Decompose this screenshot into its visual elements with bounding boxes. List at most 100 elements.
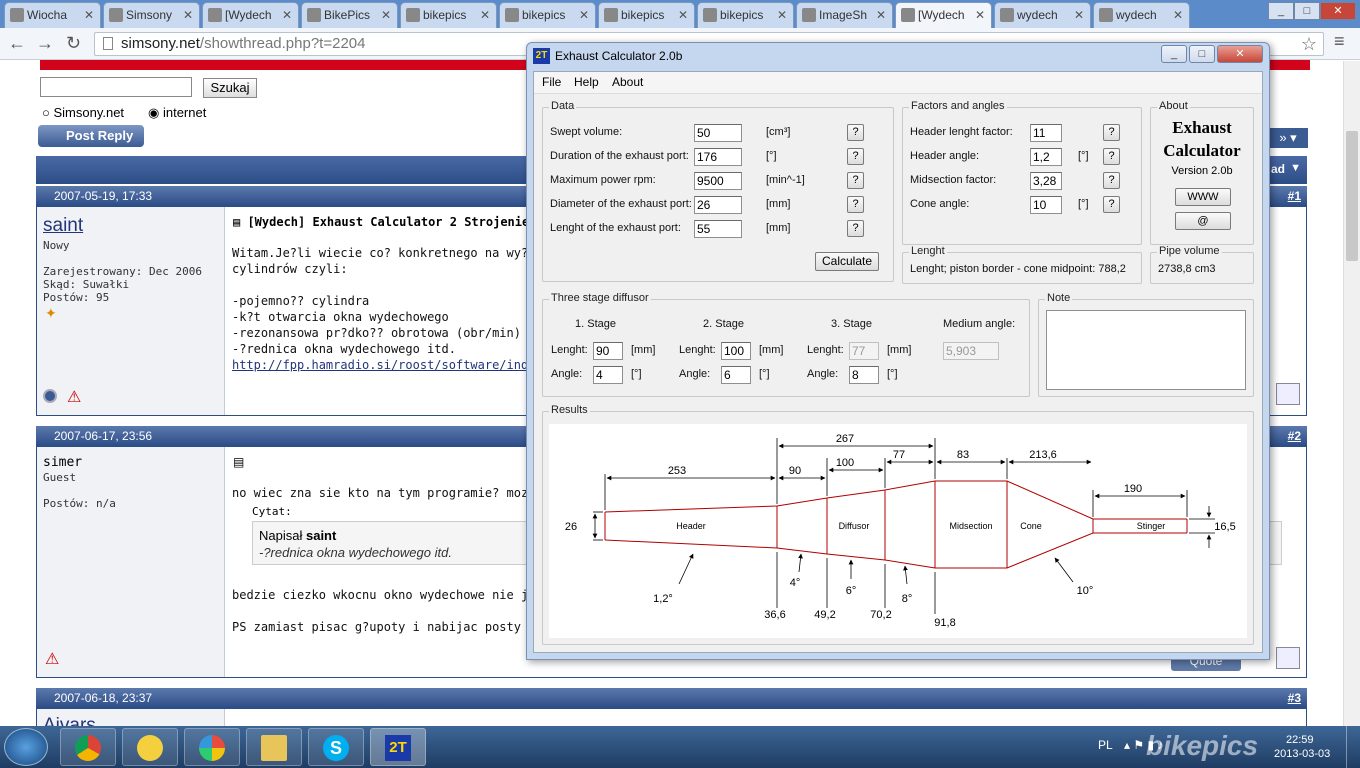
radio-internet[interactable]: ◉ internet <box>148 105 206 121</box>
help-button[interactable]: ? <box>847 220 864 237</box>
stage-angle-input[interactable]: 4 <box>593 366 623 384</box>
stage-lenght-input[interactable]: 100 <box>721 342 751 360</box>
tab-close-icon[interactable]: ✕ <box>282 3 292 27</box>
app-maximize-button[interactable]: □ <box>1189 45 1215 63</box>
app-minimize-button[interactable]: _ <box>1161 45 1187 63</box>
browser-tab[interactable]: bikepics ✕ <box>697 2 794 28</box>
search-button[interactable]: Szukaj <box>203 78 257 98</box>
browser-tab[interactable]: Simsony ✕ <box>103 2 200 28</box>
factor-input[interactable]: 10 <box>1030 196 1062 214</box>
stage-mm-unit: [mm] <box>887 344 912 356</box>
help-button[interactable]: ? <box>1103 148 1120 165</box>
post-2-body3: PS zamiast pisac g?upoty i nabijac posty… <box>232 620 550 634</box>
help-button[interactable]: ? <box>847 148 864 165</box>
help-button[interactable]: ? <box>847 196 864 213</box>
tab-close-icon[interactable]: ✕ <box>777 3 787 27</box>
minimize-button[interactable]: _ <box>1268 2 1294 20</box>
data-field-input[interactable]: 26 <box>694 196 742 214</box>
data-field-input[interactable]: 50 <box>694 124 742 142</box>
stage-lenght-input[interactable]: 77 <box>849 342 879 360</box>
tab-close-icon[interactable]: ✕ <box>381 3 391 27</box>
report-icon[interactable]: ⚠ <box>67 387 81 407</box>
menu-help[interactable]: Help <box>574 75 599 89</box>
edit-icon[interactable] <box>1276 383 1300 405</box>
data-field-input[interactable]: 55 <box>694 220 742 238</box>
forum-search-input[interactable] <box>40 77 192 97</box>
help-button[interactable]: ? <box>847 172 864 189</box>
radio-site[interactable]: ○ Simsony.net <box>42 105 124 120</box>
tab-close-icon[interactable]: ✕ <box>975 3 985 27</box>
tab-close-icon[interactable]: ✕ <box>1074 3 1084 27</box>
start-button[interactable] <box>4 728 48 766</box>
note-textarea[interactable] <box>1046 310 1246 390</box>
post-3-number[interactable]: #3 <box>1288 688 1301 708</box>
language-indicator[interactable]: PL <box>1098 738 1113 752</box>
tab-close-icon[interactable]: ✕ <box>876 3 886 27</box>
picasa-taskbar-icon[interactable] <box>184 728 240 766</box>
browser-tab[interactable]: ImageSh ✕ <box>796 2 893 28</box>
star-icon[interactable]: ☆ <box>1301 33 1317 55</box>
url-host: simsony.net <box>121 35 200 52</box>
data-field-label: Diameter of the exhaust port: <box>550 198 692 210</box>
post-1-username[interactable]: saint <box>43 215 83 237</box>
help-button[interactable]: ? <box>847 124 864 141</box>
close-button[interactable]: ✕ <box>1320 2 1356 20</box>
stage-angle-input[interactable]: 6 <box>721 366 751 384</box>
browser-tab[interactable]: bikepics ✕ <box>499 2 596 28</box>
browser-tab[interactable]: wydech ✕ <box>994 2 1091 28</box>
email-button[interactable]: @ <box>1175 212 1231 230</box>
tab-close-icon[interactable]: ✕ <box>183 3 193 27</box>
show-desktop-button[interactable] <box>1346 726 1360 768</box>
pagination-next[interactable]: » ▾ <box>1268 128 1308 148</box>
browser-tab[interactable]: wydech ✕ <box>1093 2 1190 28</box>
factor-input[interactable]: 11 <box>1030 124 1062 142</box>
factor-input[interactable]: 3,28 <box>1030 172 1062 190</box>
edit-icon[interactable] <box>1276 647 1300 669</box>
app-close-button[interactable]: ✕ <box>1217 45 1263 63</box>
report-icon[interactable]: ⚠ <box>45 649 59 669</box>
stage-deg-unit: [°] <box>759 368 770 380</box>
page-scrollbar[interactable] <box>1343 61 1360 726</box>
tab-close-icon[interactable]: ✕ <box>84 3 94 27</box>
exhaust-calculator-taskbar-icon[interactable]: 2T <box>370 728 426 766</box>
post-1-link[interactable]: http://fpp.hamradio.si/roost/software/in… <box>232 357 550 373</box>
thread-tools-link[interactable]: ad <box>1271 162 1285 176</box>
scrollbar-thumb[interactable] <box>1346 131 1358 261</box>
tab-close-icon[interactable]: ✕ <box>579 3 589 27</box>
browser-tab[interactable]: bikepics ✕ <box>400 2 497 28</box>
lightbulb-taskbar-icon[interactable] <box>122 728 178 766</box>
tab-close-icon[interactable]: ✕ <box>678 3 688 27</box>
chrome-taskbar-icon[interactable] <box>60 728 116 766</box>
data-field-input[interactable]: 176 <box>694 148 742 166</box>
help-button[interactable]: ? <box>1103 124 1120 141</box>
stage-angle-input[interactable]: 8 <box>849 366 879 384</box>
forward-icon[interactable]: → <box>36 33 54 54</box>
browser-tab[interactable]: [Wydech ✕ <box>895 2 992 28</box>
post-2-number[interactable]: #2 <box>1288 426 1301 446</box>
skype-taskbar-icon[interactable]: S <box>308 728 364 766</box>
stage-lenght-input[interactable]: 90 <box>593 342 623 360</box>
menu-icon[interactable]: ≡ <box>1334 31 1345 52</box>
menu-about[interactable]: About <box>612 75 643 89</box>
tab-close-icon[interactable]: ✕ <box>480 3 490 27</box>
maximize-button[interactable]: □ <box>1294 2 1320 20</box>
explorer-taskbar-icon[interactable] <box>246 728 302 766</box>
www-button[interactable]: WWW <box>1175 188 1231 206</box>
browser-tab[interactable]: bikepics ✕ <box>598 2 695 28</box>
browser-tab[interactable]: Wiocha ✕ <box>4 2 101 28</box>
help-button[interactable]: ? <box>1103 196 1120 213</box>
section-midsection: Midsection <box>949 521 992 531</box>
browser-tab[interactable]: BikePics ✕ <box>301 2 398 28</box>
post-reply-button[interactable]: Post Reply <box>38 125 144 147</box>
help-button[interactable]: ? <box>1103 172 1120 189</box>
factor-input[interactable]: 1,2 <box>1030 148 1062 166</box>
calculate-button[interactable]: Calculate <box>815 252 879 271</box>
back-icon[interactable]: ← <box>8 33 26 54</box>
data-field-input[interactable]: 9500 <box>694 172 742 190</box>
dropdown-icon[interactable]: ▼ <box>1290 162 1301 174</box>
reload-icon[interactable]: ↻ <box>66 33 81 54</box>
post-1-number[interactable]: #1 <box>1288 186 1301 206</box>
browser-tab[interactable]: [Wydech ✕ <box>202 2 299 28</box>
menu-file[interactable]: File <box>542 75 561 89</box>
tab-close-icon[interactable]: ✕ <box>1173 3 1183 27</box>
